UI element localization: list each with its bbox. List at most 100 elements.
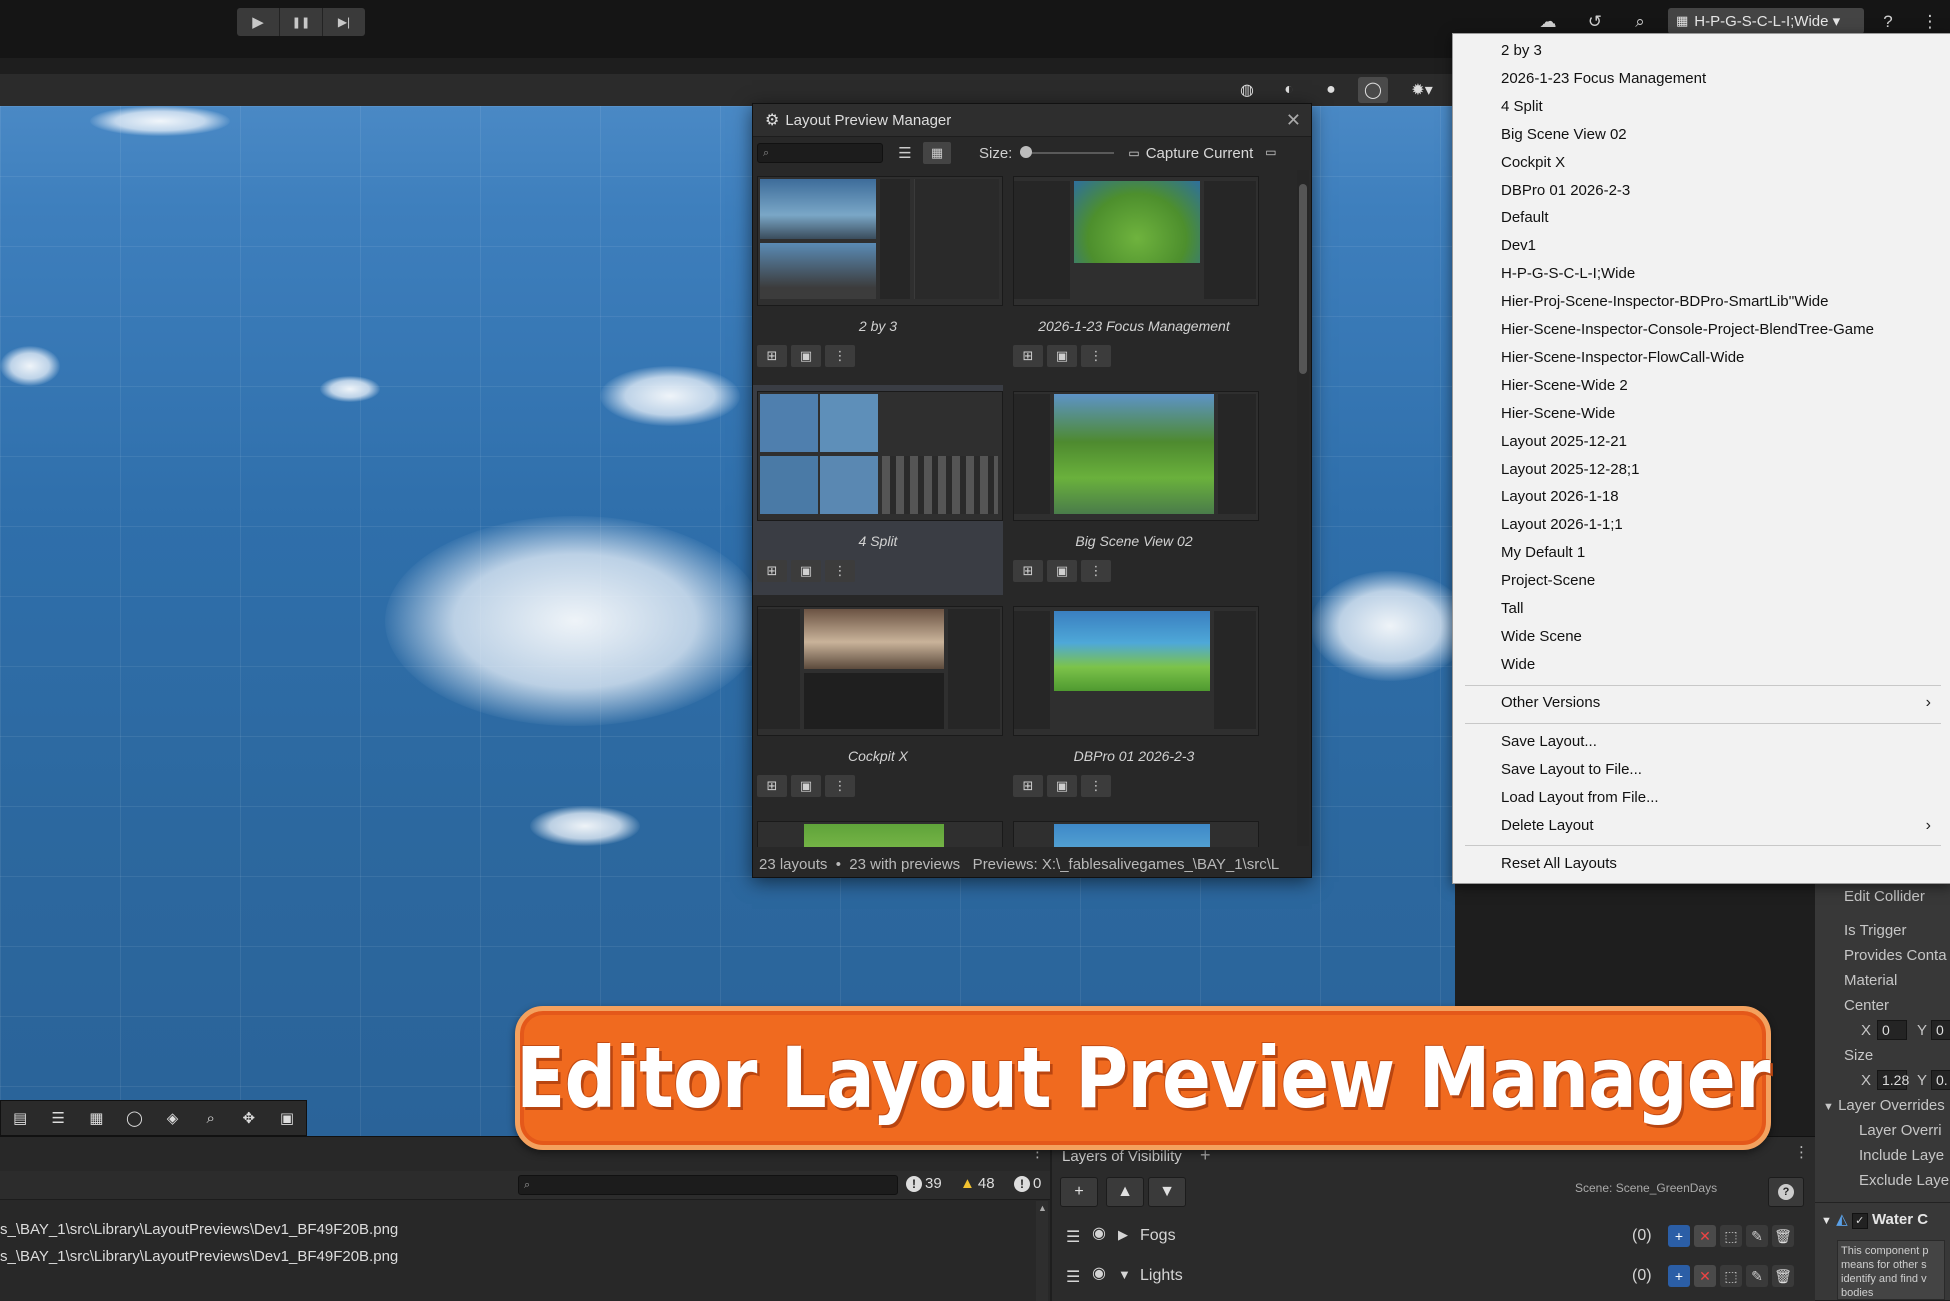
layer-row-lights[interactable]: ☰ ◉ ▼ Lights (0) + ✕ ⬚ ✎ 🗑 [1052,1259,1815,1295]
capture-current-button[interactable]: ▭ Capture Current [1128,145,1253,162]
layer-overrides-foldout[interactable]: ▼ Layer Overrides [1823,1097,1945,1114]
play-button[interactable]: ▶ [237,8,280,36]
orbit-icon[interactable]: ◯ [115,1103,153,1133]
step-button[interactable]: ▶| [323,8,365,36]
recapture-icon[interactable]: ▣ [1047,775,1077,797]
center-y-field[interactable]: 0 [1931,1020,1950,1040]
more-menu-icon[interactable]: ⋮ [1918,10,1942,34]
search-icon[interactable]: ⌕ [1628,10,1652,34]
pause-button[interactable]: ❚❚ [280,8,323,36]
close-icon[interactable]: ✕ [1286,110,1301,131]
list-view-icon[interactable]: ☰ [891,142,919,164]
layout-preview-card[interactable] [1009,815,1259,847]
add-layer-button[interactable]: + [1060,1177,1098,1207]
menu-item-layout[interactable]: Hier-Scene-Wide 2 [1501,377,1628,394]
globe-icon[interactable]: ◍ [1232,77,1262,103]
recapture-icon[interactable]: ▣ [791,560,821,582]
layer-row-fogs[interactable]: ☰ ◉ ▶ Fogs (0) + ✕ ⬚ ✎ 🗑 [1052,1219,1815,1255]
menu-item-load-layout-from-file[interactable]: Load Layout from File... [1501,789,1659,806]
recapture-icon[interactable]: ▣ [1047,345,1077,367]
more-options-icon[interactable]: ⋮ [825,775,855,797]
delete-icon[interactable]: 🗑 [1772,1225,1794,1247]
menu-item-layout[interactable]: Wide [1501,656,1535,673]
menu-item-delete-layout[interactable]: Delete Layout [1501,817,1941,834]
size-y-field[interactable]: 0. [1931,1070,1950,1090]
more-options-icon[interactable]: ⋮ [1081,560,1111,582]
menu-item-layout[interactable]: Project-Scene [1501,572,1595,589]
menu-item-layout[interactable]: Hier-Scene-Inspector-Console-Project-Ble… [1501,321,1874,338]
layout-preview-card-selected[interactable]: 4 Split ⊞ ▣ ⋮ [753,385,1003,595]
apply-layout-icon[interactable]: ⊞ [757,775,787,797]
menu-item-layout[interactable]: Cockpit X [1501,154,1565,171]
menu-item-layout[interactable]: Layout 2026-1-18 [1501,488,1619,505]
visibility-eye-icon[interactable]: ◉ [1092,1263,1106,1283]
recapture-icon[interactable]: ▣ [791,345,821,367]
layout-preview-card[interactable]: Big Scene View 02 ⊞ ▣ ⋮ [1009,385,1259,595]
menu-item-layout[interactable]: Hier-Scene-Wide [1501,405,1615,422]
apply-layout-icon[interactable]: ⊞ [757,345,787,367]
layout-preview-card[interactable]: Cockpit X ⊞ ▣ ⋮ [753,600,1003,810]
menu-item-layout[interactable]: 2 by 3 [1501,42,1542,59]
console-scrollbar[interactable]: ▲ [1036,1201,1048,1301]
erase-icon[interactable]: ✎ [1746,1265,1768,1287]
layout-preview-card[interactable] [753,815,1003,847]
menu-item-layout[interactable]: Wide Scene [1501,628,1582,645]
more-options-icon[interactable]: ⋮ [1081,775,1111,797]
menu-item-layout[interactable]: Dev1 [1501,237,1536,254]
menu-item-layout[interactable]: Tall [1501,600,1524,617]
size-x-field[interactable]: 1.28 [1877,1070,1909,1090]
scrollbar-thumb[interactable] [1299,184,1307,374]
menu-item-layout[interactable]: Layout 2025-12-21 [1501,433,1627,450]
layout-preview-card[interactable]: DBPro 01 2026-2-3 ⊞ ▣ ⋮ [1009,600,1259,810]
help-icon[interactable]: ? [1876,10,1900,34]
menu-item-save-layout-to-file[interactable]: Save Layout to File... [1501,761,1642,778]
debug-draw-icon[interactable]: ✹▾ [1400,77,1444,103]
grid-icon[interactable]: ▦ [77,1103,115,1133]
delete-icon[interactable]: 🗑 [1772,1265,1794,1287]
shading-wireframe-icon[interactable]: ◐ [1274,77,1304,103]
menu-item-other-versions[interactable]: Other Versions [1501,694,1941,711]
erase-icon[interactable]: ✎ [1746,1225,1768,1247]
remove-object-icon[interactable]: ✕ [1694,1225,1716,1247]
more-options-icon[interactable]: ⋮ [825,345,855,367]
menu-item-layout[interactable]: DBPro 01 2026-2-3 [1501,182,1630,199]
select-objects-icon[interactable]: ⬚ [1720,1265,1742,1287]
apply-layout-icon[interactable]: ⊞ [757,560,787,582]
menu-item-layout[interactable]: Layout 2025-12-28;1 [1501,461,1639,478]
help-button[interactable]: ? [1768,1177,1804,1207]
tool-icon[interactable]: ▤ [1,1103,39,1133]
menu-item-layout[interactable]: Hier-Scene-Inspector-FlowCall-Wide [1501,349,1744,366]
camera-icon[interactable]: ▣ [268,1103,306,1133]
menu-item-layout[interactable]: My Default 1 [1501,544,1585,561]
window-title-bar[interactable]: ⚙ Layout Preview Manager ✕ [753,104,1311,137]
more-options-icon[interactable]: ⋮ [825,560,855,582]
drag-handle-icon[interactable]: ☰ [1066,1267,1080,1287]
shading-lit-icon[interactable]: ◯ [1358,77,1388,103]
menu-item-layout[interactable]: 4 Split [1501,98,1543,115]
size-slider-handle[interactable] [1020,146,1033,158]
menu-item-layout[interactable]: Hier-Proj-Scene-Inspector-BDPro-SmartLib… [1501,293,1829,310]
edit-collider-label[interactable]: Edit Collider [1844,888,1925,905]
center-x-field[interactable]: 0 [1877,1020,1907,1040]
menu-item-save-layout[interactable]: Save Layout... [1501,733,1597,750]
history-icon[interactable]: ↺ [1583,10,1607,34]
move-icon[interactable]: ✥ [230,1103,268,1133]
layout-preview-card[interactable]: 2026-1-23 Focus Management ⊞ ▣ ⋮ [1009,170,1259,380]
select-objects-icon[interactable]: ⬚ [1720,1225,1742,1247]
console-search-input[interactable]: ⌕ [518,1175,898,1195]
lpm-scrollbar[interactable] [1297,170,1309,846]
apply-layout-icon[interactable]: ⊞ [1013,560,1043,582]
layers-icon[interactable]: ◈ [154,1103,192,1133]
menu-item-layout[interactable]: Default [1501,209,1549,226]
water-component-header[interactable]: ▼ ◭ ✓ Water C [1821,1210,1928,1229]
settings-sliders-icon[interactable]: ☰ [39,1103,77,1133]
move-up-button[interactable]: ▲ [1106,1177,1144,1207]
recapture-icon[interactable]: ▣ [791,775,821,797]
warning-count-toggle[interactable]: ▲ 48 [960,1175,995,1192]
apply-layout-icon[interactable]: ⊞ [1013,775,1043,797]
console-log-line[interactable]: s_\BAY_1\src\Library\LayoutPreviews\Dev1… [0,1248,398,1265]
panel-menu-icon[interactable]: ⋮ [1794,1143,1809,1161]
layout-preview-card[interactable]: 2 by 3 ⊞ ▣ ⋮ [753,170,1003,380]
add-object-icon[interactable]: + [1668,1225,1690,1247]
info-count-toggle[interactable]: ! 39 [906,1175,942,1192]
